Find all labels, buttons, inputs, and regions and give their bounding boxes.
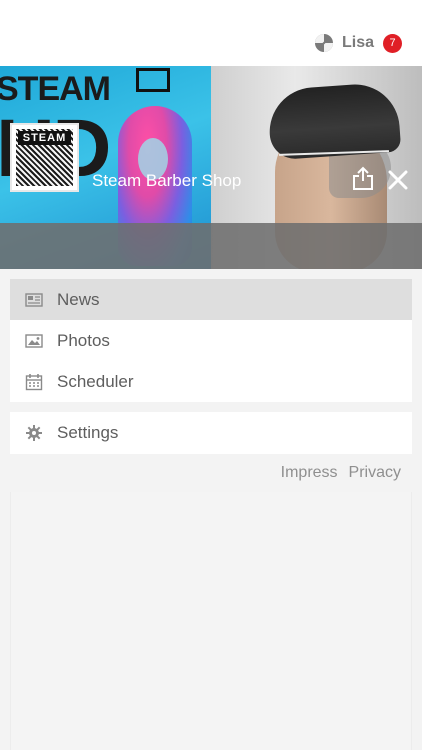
menu-item-photos[interactable]: Photos xyxy=(10,320,412,361)
menu-item-label: Photos xyxy=(57,330,110,350)
privacy-link[interactable]: Privacy xyxy=(349,464,401,482)
menu-item-scheduler[interactable]: Scheduler xyxy=(10,361,412,402)
newspaper-icon xyxy=(25,292,43,307)
gear-icon xyxy=(26,425,42,441)
logo-text: STEAM xyxy=(18,131,71,145)
shop-logo: STEAM xyxy=(10,123,79,192)
settings-label: Settings xyxy=(57,423,119,442)
user-avatar-icon xyxy=(314,34,333,52)
wall-frame xyxy=(136,68,170,92)
share-icon[interactable] xyxy=(352,166,374,190)
menu-item-label: News xyxy=(57,289,100,309)
user-account[interactable]: Lisa 7 xyxy=(314,33,402,53)
menu-item-label: Scheduler xyxy=(57,371,134,391)
close-icon[interactable] xyxy=(388,170,408,190)
hero-image-text-line1: STEAM xyxy=(0,70,111,108)
content-area xyxy=(10,492,412,750)
shop-title-bar xyxy=(0,223,422,269)
side-menu: News Photos Scheduler xyxy=(10,279,412,402)
user-name[interactable]: Lisa xyxy=(342,34,374,52)
impress-link[interactable]: Impress xyxy=(281,464,338,482)
menu-item-settings[interactable]: Settings xyxy=(10,412,412,454)
notification-badge[interactable]: 7 xyxy=(383,33,402,53)
top-bar: Lisa 7 xyxy=(0,0,422,66)
haircut-hair xyxy=(266,81,402,161)
image-icon xyxy=(25,333,43,348)
footer-links: Impress Privacy xyxy=(270,464,401,482)
menu-item-news[interactable]: News xyxy=(10,279,412,320)
calendar-icon xyxy=(25,373,43,390)
shop-name: Steam Barber Shop xyxy=(92,171,242,190)
